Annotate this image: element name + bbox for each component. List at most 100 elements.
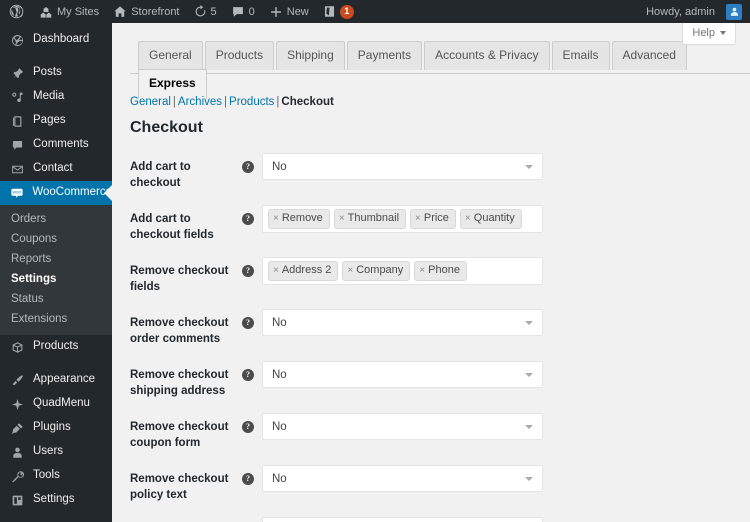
- remove-checkout-terms-conditions-select[interactable]: No: [262, 517, 543, 522]
- field-control: No: [262, 357, 750, 388]
- sidebar-item-media[interactable]: Media: [0, 85, 112, 109]
- envelope-icon: [9, 163, 26, 176]
- remove-checkout-order-comments-select[interactable]: No: [262, 309, 543, 336]
- tab-accounts-privacy[interactable]: Accounts & Privacy: [424, 41, 550, 71]
- chevron-down-icon: [525, 372, 533, 377]
- avatar-icon: [730, 7, 738, 16]
- tag-item[interactable]: × Company: [342, 261, 411, 281]
- field-help: ?: [234, 513, 262, 522]
- tab-emails[interactable]: Emails: [551, 41, 610, 71]
- sidebar-item-appearance[interactable]: Appearance: [0, 368, 112, 392]
- subnav-link-checkout[interactable]: Checkout: [281, 96, 333, 108]
- submenu-item-status[interactable]: Status: [0, 289, 112, 309]
- tab-products[interactable]: Products: [204, 41, 275, 71]
- page-title: Checkout: [130, 119, 203, 136]
- admin-bar-item-my-sites[interactable]: My Sites: [32, 0, 106, 23]
- remove-tag-icon[interactable]: ×: [415, 212, 421, 226]
- field-help: ?: [234, 201, 262, 225]
- wordpress-logo-button[interactable]: [0, 0, 32, 23]
- admin-bar-item-seo[interactable]: 1: [316, 0, 361, 23]
- avatar[interactable]: [726, 3, 742, 20]
- home-icon: [113, 5, 127, 19]
- field-control: No: [262, 305, 750, 336]
- settings-tabs: General Products Shipping Payments Accounts …: [130, 41, 750, 100]
- dashboard-icon: [9, 34, 26, 47]
- tab-payments[interactable]: Payments: [346, 41, 423, 71]
- help-tip-icon[interactable]: ?: [242, 265, 254, 277]
- remove-checkout-fields-input[interactable]: × Address 2 × Company × Phone: [262, 257, 543, 285]
- submenu-item-settings[interactable]: Settings: [0, 269, 112, 289]
- subnav-link-archives[interactable]: Archives: [178, 96, 222, 108]
- sidebar-item-comments[interactable]: Comments: [0, 133, 112, 157]
- remove-tag-icon[interactable]: ×: [273, 264, 279, 278]
- pages-icon: [9, 115, 26, 128]
- remove-checkout-coupon-form-select[interactable]: No: [262, 413, 543, 440]
- tag-item[interactable]: × Quantity: [459, 209, 522, 229]
- admin-bar-item-storefront[interactable]: Storefront: [106, 0, 186, 23]
- add-cart-to-checkout-select[interactable]: No: [262, 153, 543, 180]
- remove-tag-icon[interactable]: ×: [339, 212, 345, 226]
- remove-checkout-shipping-address-select[interactable]: No: [262, 361, 543, 388]
- sidebar-item-quadmenu[interactable]: QuadMenu: [0, 392, 112, 416]
- sidebar-item-users[interactable]: Users: [0, 440, 112, 464]
- tag-item[interactable]: × Thumbnail: [333, 209, 407, 229]
- tab-shipping[interactable]: Shipping: [276, 41, 345, 71]
- submenu-item-orders[interactable]: Orders: [0, 209, 112, 229]
- admin-bar-item-comments[interactable]: 0: [224, 0, 262, 23]
- sidebar-item-pages[interactable]: Pages: [0, 109, 112, 133]
- menu-separator: [0, 359, 112, 368]
- tab-general[interactable]: General: [138, 41, 203, 71]
- remove-tag-icon[interactable]: ×: [419, 264, 425, 278]
- tag-item[interactable]: × Price: [410, 209, 456, 229]
- sidebar-item-settings[interactable]: Settings: [0, 488, 112, 512]
- help-tip-icon[interactable]: ?: [242, 421, 254, 433]
- form-row: Remove checkout terms and conditions ? N…: [112, 513, 750, 522]
- form-row: Remove checkout order comments ? No: [112, 305, 750, 357]
- add-cart-to-checkout-fields-input[interactable]: × Remove × Thumbnail × Price × Quantity: [262, 205, 543, 233]
- select-value: No: [272, 420, 287, 433]
- content-area: Help General Products Shipping Payments Acco…: [112, 23, 750, 522]
- submenu-item-coupons[interactable]: Coupons: [0, 229, 112, 249]
- tag-item[interactable]: × Phone: [414, 261, 467, 281]
- help-button[interactable]: Help: [682, 23, 736, 45]
- remove-checkout-policy-text-select[interactable]: No: [262, 465, 543, 492]
- admin-bar-account[interactable]: Howdy, admin: [639, 0, 726, 23]
- sidebar-item-contact[interactable]: Contact: [0, 157, 112, 181]
- field-label: Remove checkout order comments: [130, 317, 229, 345]
- help-tip-icon[interactable]: ?: [242, 213, 254, 225]
- woocommerce-icon: WOO: [9, 186, 25, 200]
- submenu-item-extensions[interactable]: Extensions: [0, 309, 112, 329]
- admin-bar-item-updates[interactable]: 5: [187, 0, 224, 23]
- help-tip-icon[interactable]: ?: [242, 161, 254, 173]
- seo-icon: [323, 5, 336, 18]
- help-tip-icon[interactable]: ?: [242, 473, 254, 485]
- field-help: ?: [234, 149, 262, 173]
- field-help: ?: [234, 461, 262, 485]
- tab-express[interactable]: Express: [138, 69, 207, 100]
- sidebar-item-label: Tools: [33, 469, 60, 482]
- field-control: × Address 2 × Company × Phone: [262, 253, 750, 285]
- chevron-down-icon: [525, 320, 533, 325]
- tag-label: Remove: [281, 212, 323, 224]
- help-tip-icon[interactable]: ?: [242, 369, 254, 381]
- tab-advanced[interactable]: Advanced: [611, 41, 687, 71]
- remove-tag-icon[interactable]: ×: [347, 264, 353, 278]
- help-button-label: Help: [692, 27, 715, 39]
- sidebar-item-woocommerce[interactable]: WOO WooCommerce: [0, 181, 112, 205]
- subnav-link-products[interactable]: Products: [229, 96, 274, 108]
- sidebar-item-plugins[interactable]: Plugins: [0, 416, 112, 440]
- tag-item[interactable]: × Remove: [268, 209, 330, 229]
- admin-bar-item-new[interactable]: New: [262, 0, 316, 23]
- plugin-icon: [9, 422, 26, 435]
- sidebar-item-posts[interactable]: Posts: [0, 61, 112, 85]
- sidebar-item-label: Pages: [33, 114, 66, 127]
- submenu-item-reports[interactable]: Reports: [0, 249, 112, 269]
- tag-item[interactable]: × Address 2: [268, 261, 339, 281]
- subnav-link-general[interactable]: General: [130, 96, 171, 108]
- sidebar-item-products[interactable]: Products: [0, 335, 112, 359]
- sidebar-item-dashboard[interactable]: Dashboard: [0, 28, 112, 52]
- help-tip-icon[interactable]: ?: [242, 317, 254, 329]
- remove-tag-icon[interactable]: ×: [273, 212, 279, 226]
- remove-tag-icon[interactable]: ×: [465, 212, 471, 226]
- sidebar-item-tools[interactable]: Tools: [0, 464, 112, 488]
